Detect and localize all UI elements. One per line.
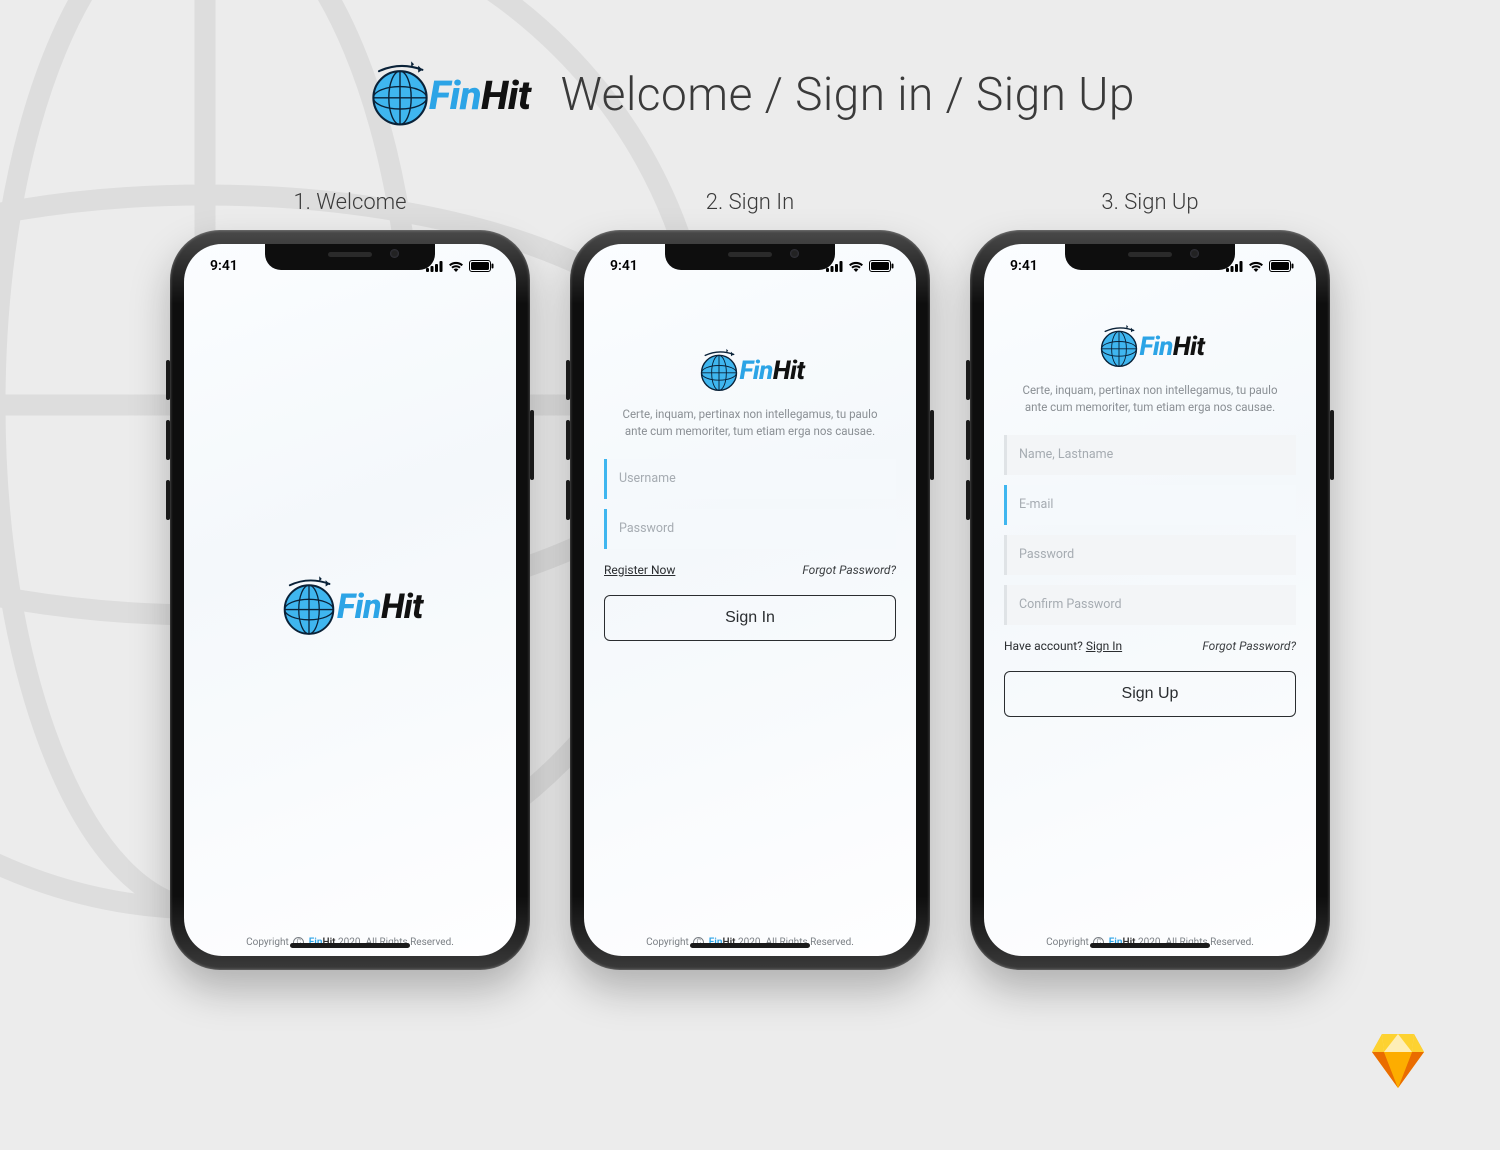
globe-icon — [696, 348, 742, 394]
screen-footer: Copyright C FinHit 2020. All Rights Rese… — [584, 927, 916, 956]
confirm-password-field[interactable]: Confirm Password — [1004, 585, 1296, 625]
screen-footer: Copyright C FinHit 2020. All Rights Rese… — [984, 927, 1316, 956]
sketch-app-icon — [1366, 1032, 1430, 1090]
phone-notch — [265, 244, 435, 270]
caption-signin: 2. Sign In — [570, 190, 930, 215]
brand-text-part2: Hit — [381, 587, 423, 627]
globe-icon — [1096, 324, 1142, 370]
brand-text-part2: Hit — [1173, 332, 1205, 362]
header: Fin Hit Welcome / Sign in / Sign Up — [0, 60, 1500, 130]
brand-text-part1: Fin — [740, 356, 773, 386]
battery-icon — [869, 260, 894, 272]
app-logo: Fin Hit — [1096, 324, 1205, 370]
brand-text-part2: Hit — [481, 72, 531, 119]
status-time: 9:41 — [210, 258, 238, 274]
signin-link[interactable]: Sign In — [1086, 639, 1122, 653]
forgot-password-link[interactable]: Forgot Password? — [802, 563, 896, 577]
phone-notch — [1065, 244, 1235, 270]
globe-icon — [365, 60, 435, 130]
phone-notch — [665, 244, 835, 270]
username-field[interactable]: Username — [604, 459, 896, 499]
password-field[interactable]: Password — [1004, 535, 1296, 575]
status-time: 9:41 — [610, 258, 638, 274]
home-indicator[interactable] — [690, 943, 810, 948]
tagline-text: Certe, inquam, pertinax non intellegamus… — [604, 406, 896, 441]
screen-footer: Copyright C FinHit 2020. All Rights Rese… — [184, 927, 516, 956]
battery-icon — [1269, 260, 1294, 272]
caption-welcome: 1. Welcome — [170, 190, 530, 215]
app-logo: Fin Hit — [277, 575, 423, 639]
app-logo: Fin Hit — [696, 348, 805, 394]
wifi-icon — [848, 261, 864, 272]
header-logo: Fin Hit — [365, 60, 531, 130]
have-account-text: Have account? Sign In — [1004, 639, 1122, 653]
password-field[interactable]: Password — [604, 509, 896, 549]
caption-signup: 3. Sign Up — [970, 190, 1330, 215]
tagline-text: Certe, inquam, pertinax non intellegamus… — [1004, 382, 1296, 417]
phone-welcome: 9:41 — [170, 230, 530, 970]
home-indicator[interactable] — [290, 943, 410, 948]
signin-button[interactable]: Sign In — [604, 595, 896, 641]
brand-text-part1: Fin — [1140, 332, 1173, 362]
wifi-icon — [1248, 261, 1264, 272]
signup-button[interactable]: Sign Up — [1004, 671, 1296, 717]
name-field[interactable]: Name, Lastname — [1004, 435, 1296, 475]
status-time: 9:41 — [1010, 258, 1038, 274]
brand-text-part1: Fin — [337, 587, 381, 627]
brand-text-part2: Hit — [773, 356, 805, 386]
phone-signup: 9:41 — [970, 230, 1330, 970]
forgot-password-link[interactable]: Forgot Password? — [1202, 639, 1296, 653]
globe-icon — [277, 575, 341, 639]
page-title: Welcome / Sign in / Sign Up — [561, 68, 1135, 122]
register-now-link[interactable]: Register Now — [604, 563, 675, 577]
wifi-icon — [448, 261, 464, 272]
battery-icon — [469, 260, 494, 272]
brand-text-part1: Fin — [429, 72, 481, 119]
home-indicator[interactable] — [1090, 943, 1210, 948]
email-field[interactable]: E-mail — [1004, 485, 1296, 525]
phone-signin: 9:41 — [570, 230, 930, 970]
